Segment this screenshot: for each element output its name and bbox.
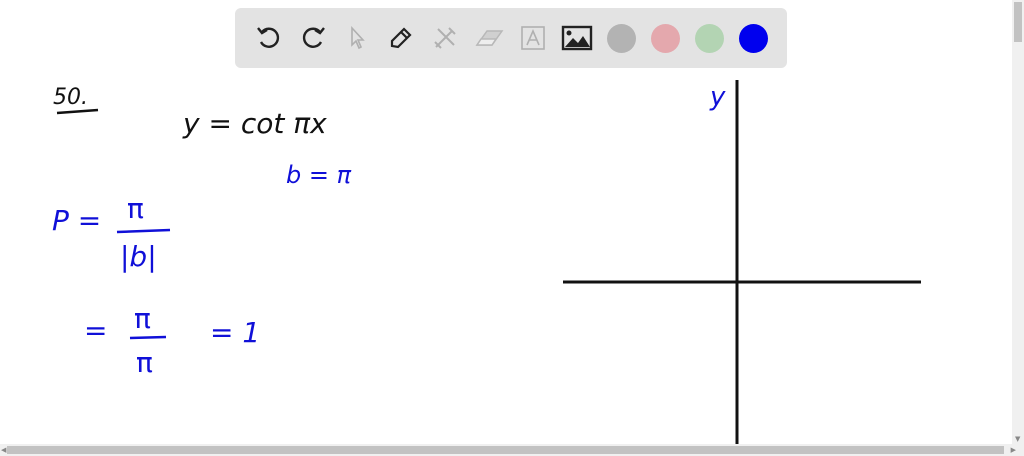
step-numerator: π <box>134 302 151 335</box>
scroll-left-arrow-icon[interactable]: ◀ <box>1 446 6 454</box>
color-blue-button[interactable] <box>731 16 775 60</box>
undo-button[interactable] <box>247 16 291 60</box>
tools-icon <box>434 27 456 49</box>
eraser-button[interactable] <box>467 16 511 60</box>
result: = 1 <box>210 316 260 349</box>
equation: y = cot πx <box>182 107 327 140</box>
eraser-icon <box>475 30 504 46</box>
scroll-down-arrow-icon[interactable]: ▼ <box>1015 435 1020 443</box>
period-numerator: π <box>127 192 144 225</box>
image-icon <box>561 25 593 51</box>
redo-button[interactable] <box>291 16 335 60</box>
step-fraction-bar <box>129 335 167 340</box>
select-icon <box>351 25 365 50</box>
color-swatch-gray <box>606 23 636 53</box>
step-denominator: π <box>136 346 153 379</box>
tools-button[interactable] <box>423 16 467 60</box>
problem-underline <box>56 108 99 115</box>
color-swatch-green <box>694 23 724 53</box>
drawing-toolbar <box>235 8 787 68</box>
vertical-scrollbar[interactable]: ▼ <box>1012 0 1024 444</box>
redo-icon <box>302 27 325 48</box>
period-lhs: P = <box>52 204 101 237</box>
image-button[interactable] <box>555 16 599 60</box>
color-swatch-blue <box>738 23 768 53</box>
color-green-button[interactable] <box>687 16 731 60</box>
text-button[interactable] <box>511 16 555 60</box>
b-value: b = π <box>286 161 352 189</box>
select-button[interactable] <box>335 16 379 60</box>
pen-icon <box>390 27 412 49</box>
period-denominator: |b| <box>120 240 157 273</box>
pen-button[interactable] <box>379 16 423 60</box>
scroll-right-arrow-icon[interactable]: ▶ <box>1011 446 1016 454</box>
horizontal-scroll-thumb[interactable] <box>7 446 1004 454</box>
step-eq-sign: = <box>84 314 107 347</box>
text-icon <box>521 26 545 50</box>
color-swatch-pink <box>650 23 680 53</box>
horizontal-scrollbar[interactable]: ◀ ▶ <box>0 444 1024 456</box>
y-axis-label: y <box>709 82 726 112</box>
color-pink-button[interactable] <box>643 16 687 60</box>
problem-number: 50. <box>53 85 88 110</box>
vertical-scroll-thumb[interactable] <box>1014 2 1022 42</box>
period-fraction-bar <box>116 228 171 234</box>
color-gray-button[interactable] <box>599 16 643 60</box>
undo-icon <box>257 27 280 48</box>
